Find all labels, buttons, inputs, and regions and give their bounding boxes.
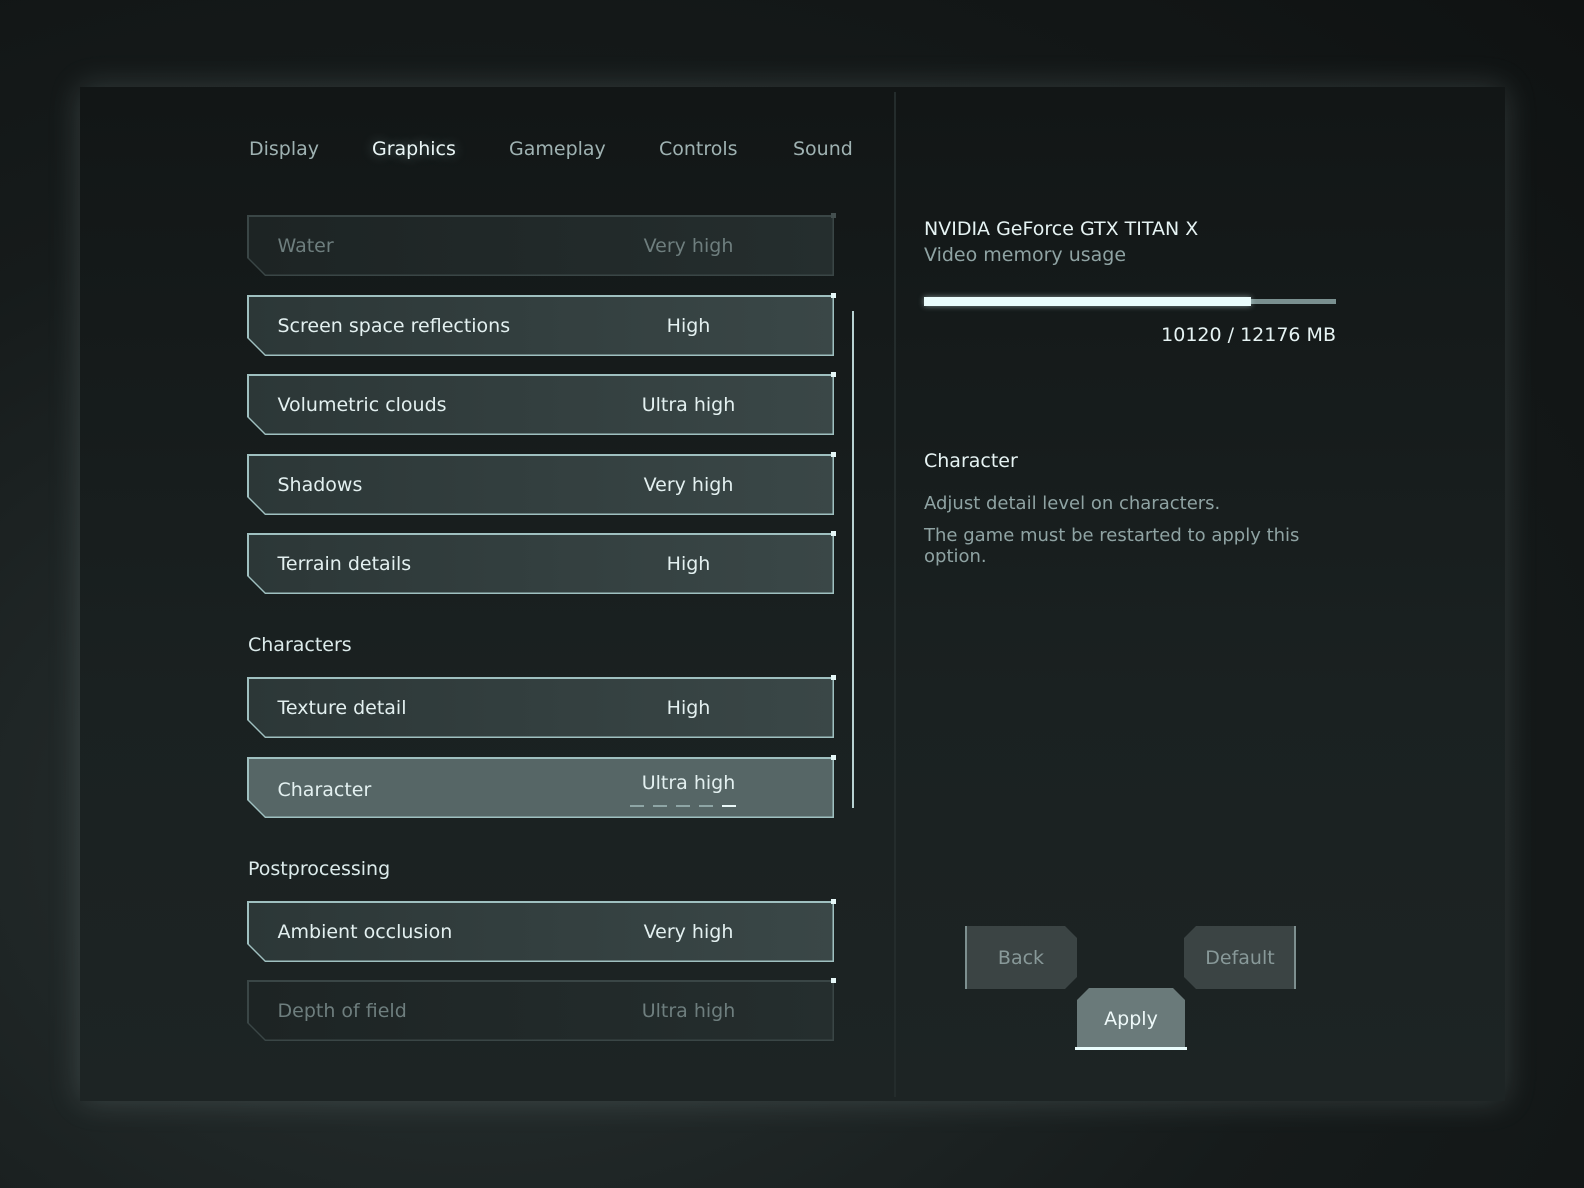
setting-value: Ultra high bbox=[641, 393, 736, 416]
setting-label: Character bbox=[277, 778, 372, 801]
setting-label: Water bbox=[277, 234, 334, 257]
panel-divider bbox=[894, 92, 896, 1097]
setting-label: Terrain details bbox=[277, 552, 412, 575]
level-indicator bbox=[699, 805, 713, 807]
setting-label: Depth of field bbox=[277, 999, 407, 1022]
tab-controls[interactable]: Controls bbox=[659, 138, 738, 160]
corner-marker bbox=[831, 755, 836, 760]
setting-row-depth-of-field[interactable]: Depth of field Ultra high bbox=[247, 980, 834, 1041]
back-button[interactable]: Back bbox=[965, 926, 1077, 989]
corner-marker bbox=[831, 372, 836, 377]
corner-marker bbox=[831, 675, 836, 680]
level-indicator bbox=[676, 805, 690, 807]
memory-usage-label: Video memory usage bbox=[924, 244, 1127, 266]
setting-value: Very high bbox=[643, 473, 734, 496]
setting-row-ambient-occlusion[interactable]: Ambient occlusion Very high bbox=[247, 901, 834, 962]
memory-usage-fill bbox=[924, 297, 1252, 306]
memory-usage-bar bbox=[924, 297, 1336, 306]
info-restart-note: The game must be restarted to apply this… bbox=[924, 525, 1300, 567]
setting-value: High bbox=[666, 696, 711, 719]
corner-marker bbox=[831, 531, 836, 536]
setting-row-terrain-details[interactable]: Terrain details High bbox=[247, 533, 834, 594]
section-heading-postprocessing: Postprocessing bbox=[248, 858, 391, 880]
apply-underline bbox=[1075, 1047, 1187, 1050]
section-heading-characters: Characters bbox=[248, 634, 352, 656]
setting-value: High bbox=[666, 314, 711, 337]
setting-row-ssr[interactable]: Screen space reflections High bbox=[247, 295, 834, 356]
setting-label: Texture detail bbox=[277, 696, 407, 719]
setting-row-volumetric-clouds[interactable]: Volumetric clouds Ultra high bbox=[247, 374, 834, 435]
level-indicator bbox=[630, 805, 644, 807]
gpu-name: NVIDIA GeForce GTX TITAN X bbox=[924, 218, 1199, 240]
button-bracket bbox=[965, 926, 967, 989]
setting-value: Very high bbox=[643, 234, 734, 257]
level-indicator-active bbox=[722, 805, 736, 807]
info-description: Adjust detail level on characters. bbox=[924, 493, 1221, 514]
corner-marker bbox=[831, 978, 836, 983]
setting-row-shadows[interactable]: Shadows Very high bbox=[247, 454, 834, 515]
corner-marker bbox=[831, 452, 836, 457]
tab-sound[interactable]: Sound bbox=[793, 138, 853, 160]
scrollbar[interactable] bbox=[852, 311, 854, 808]
apply-button[interactable]: Apply bbox=[1077, 988, 1185, 1049]
memory-usage-text: 10120 / 12176 MB bbox=[1161, 324, 1336, 346]
setting-label: Volumetric clouds bbox=[277, 393, 447, 416]
corner-marker bbox=[831, 213, 836, 218]
setting-value: Ultra high bbox=[641, 999, 736, 1022]
setting-label: Shadows bbox=[277, 473, 363, 496]
corner-marker bbox=[831, 293, 836, 298]
tab-display[interactable]: Display bbox=[249, 138, 319, 160]
setting-value: Very high bbox=[643, 920, 734, 943]
setting-label: Screen space reflections bbox=[277, 314, 511, 337]
tab-graphics[interactable]: Graphics bbox=[372, 138, 456, 160]
info-title: Character bbox=[924, 450, 1018, 472]
setting-value: Ultra high bbox=[641, 771, 736, 794]
setting-row-water[interactable]: Water Very high bbox=[247, 215, 834, 276]
default-button[interactable]: Default bbox=[1184, 926, 1296, 989]
setting-label: Ambient occlusion bbox=[277, 920, 453, 943]
setting-row-character[interactable]: Character Ultra high bbox=[247, 757, 834, 818]
setting-value: High bbox=[666, 552, 711, 575]
level-indicator bbox=[653, 805, 667, 807]
tab-gameplay[interactable]: Gameplay bbox=[509, 138, 606, 160]
corner-marker bbox=[831, 899, 836, 904]
button-bracket bbox=[1294, 926, 1296, 989]
setting-row-texture-detail[interactable]: Texture detail High bbox=[247, 677, 834, 738]
